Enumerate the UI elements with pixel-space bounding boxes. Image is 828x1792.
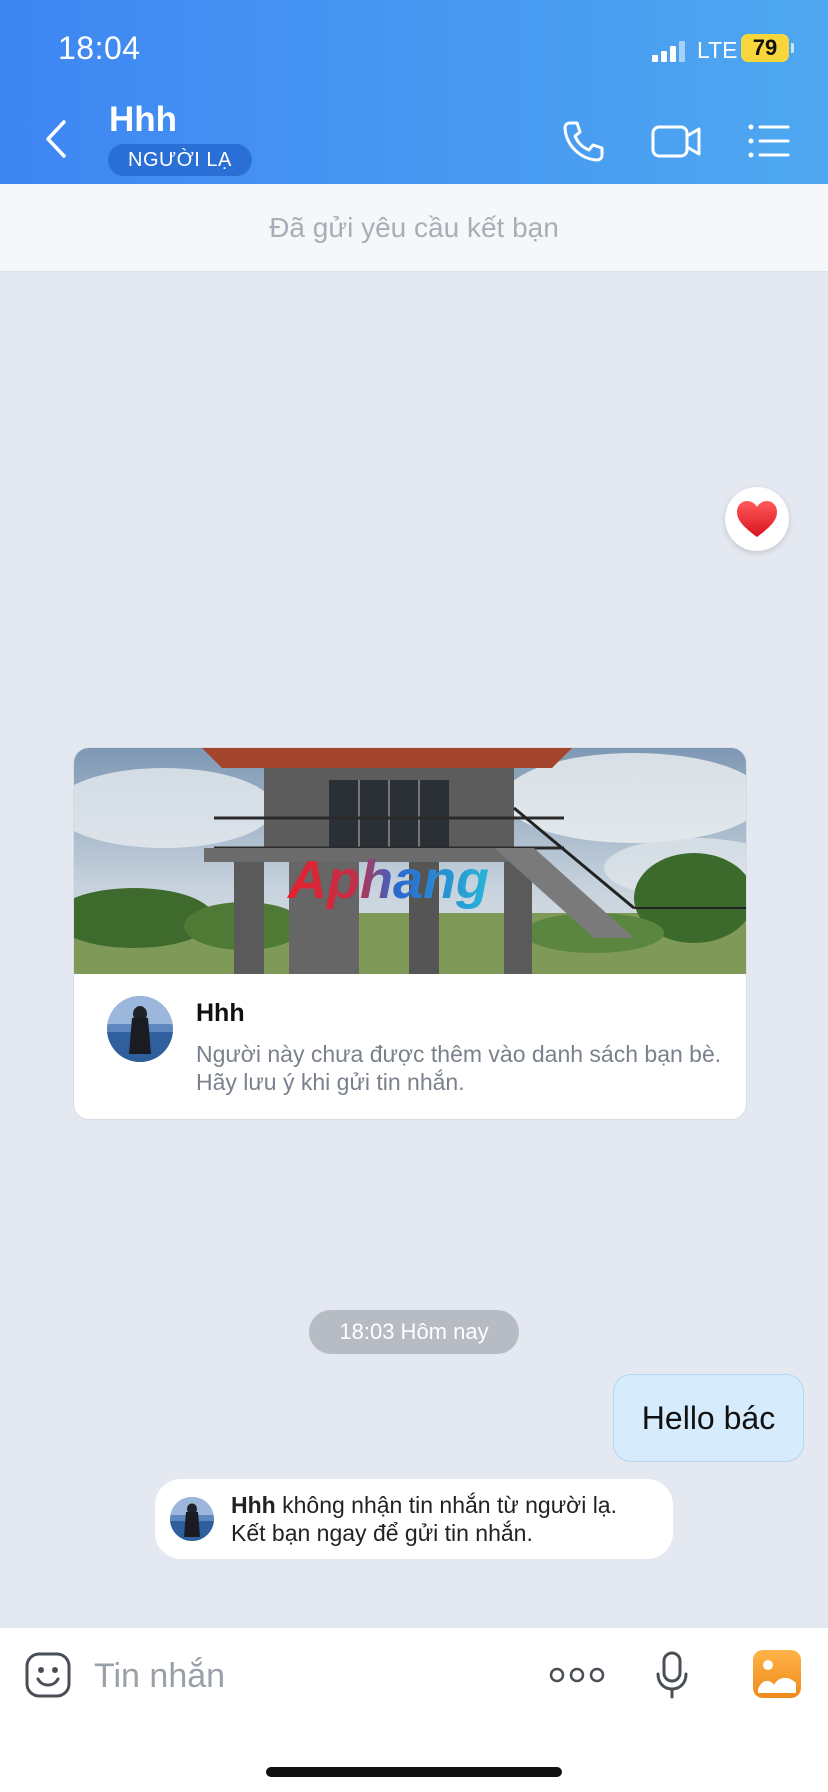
home-indicator xyxy=(266,1767,562,1777)
friend-request-status: Đã gửi yêu cầu kết bạn xyxy=(0,184,828,272)
notice-line2: Kết bạn ngay để gửi tin nhắn. xyxy=(231,1520,533,1546)
image-icon xyxy=(753,1650,801,1698)
stranger-badge: NGƯỜI LẠ xyxy=(108,144,252,176)
microphone-button[interactable] xyxy=(654,1650,690,1700)
card-warning-text: Người này chưa được thêm vào danh sách b… xyxy=(196,1041,722,1095)
stranger-notice[interactable]: Hhh không nhận tin nhắn từ người lạ. Kết… xyxy=(155,1479,673,1559)
photo-watermark: Aphang xyxy=(286,850,489,910)
heart-icon xyxy=(737,501,777,537)
status-time: 18:04 xyxy=(58,30,141,66)
image-button[interactable] xyxy=(752,1649,802,1699)
more-icon xyxy=(549,1667,605,1683)
video-call-button[interactable] xyxy=(650,118,702,164)
notice-line1: không nhận tin nhắn từ người lạ. xyxy=(275,1492,617,1518)
call-button[interactable] xyxy=(560,118,606,164)
notice-contact-name: Hhh xyxy=(231,1492,276,1518)
notice-text: Hhh không nhận tin nhắn từ người lạ. Kết… xyxy=(231,1491,617,1547)
emoji-button[interactable] xyxy=(24,1651,72,1699)
profile-cover-photo: Aphang xyxy=(74,748,746,974)
back-button[interactable] xyxy=(36,114,76,164)
phone-icon xyxy=(563,121,604,162)
message-input[interactable] xyxy=(94,1648,494,1704)
more-button[interactable] xyxy=(548,1662,606,1688)
header-bar: 18:04 LTE 79 Hhh NGƯỜI LẠ xyxy=(0,0,828,184)
emoji-icon xyxy=(25,1652,71,1698)
chat-title[interactable]: Hhh xyxy=(109,100,177,140)
notice-avatar xyxy=(170,1497,214,1541)
heart-reaction[interactable] xyxy=(725,487,789,551)
chevron-left-icon xyxy=(46,120,66,158)
video-call-icon xyxy=(651,125,701,158)
outgoing-message[interactable]: Hello bác xyxy=(613,1374,804,1462)
menu-list-icon xyxy=(748,124,790,158)
network-label: LTE xyxy=(697,37,738,63)
profile-card[interactable]: Aphang Hhh Người này chưa được thêm vào … xyxy=(73,747,747,1120)
menu-button[interactable] xyxy=(746,118,792,164)
signal-icon xyxy=(652,40,686,62)
card-contact-name: Hhh xyxy=(196,999,245,1027)
time-separator: 18:03 Hôm nay xyxy=(309,1310,519,1354)
microphone-icon xyxy=(656,1651,688,1699)
avatar[interactable] xyxy=(107,996,173,1062)
battery-icon: 79 xyxy=(741,34,789,62)
battery-tip xyxy=(791,43,794,53)
